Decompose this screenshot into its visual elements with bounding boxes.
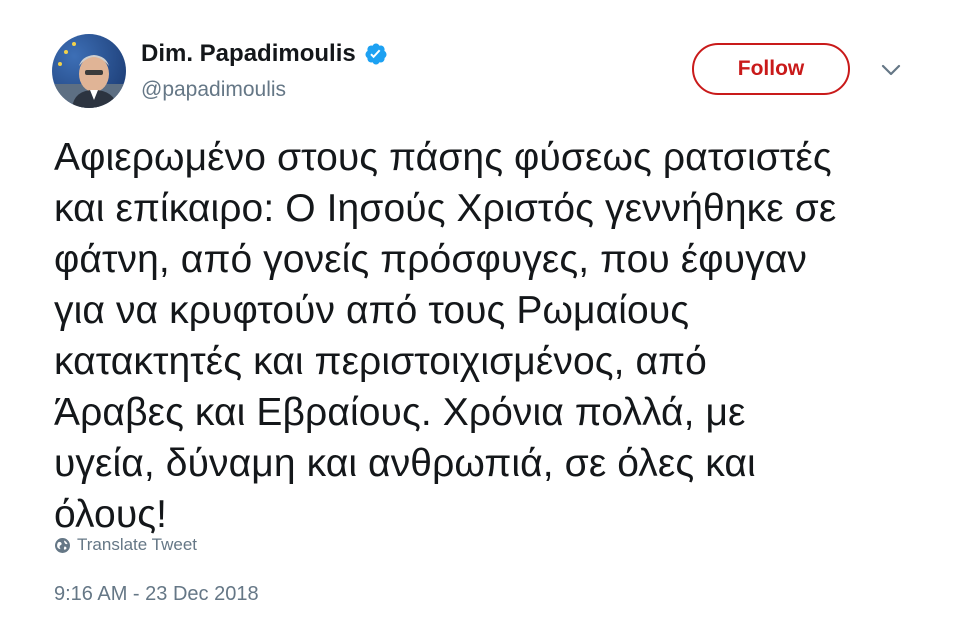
translate-tweet-label[interactable]: Translate Tweet <box>77 534 197 556</box>
avatar[interactable] <box>52 34 126 108</box>
chevron-down-icon[interactable] <box>880 62 902 78</box>
globe-icon <box>54 537 71 554</box>
translate-tweet-link[interactable]: Translate Tweet <box>54 534 197 556</box>
tweet-timestamp[interactable]: 9:16 AM - 23 Dec 2018 <box>54 582 259 606</box>
tweet-card: Dim. Papadimoulis @papadimoulis Follow Α… <box>0 0 960 625</box>
avatar-image <box>52 34 126 108</box>
author-name-row[interactable]: Dim. Papadimoulis <box>141 40 388 68</box>
follow-button[interactable]: Follow <box>692 43 850 95</box>
verified-badge-icon <box>364 42 388 66</box>
author-handle[interactable]: @papadimoulis <box>141 78 286 102</box>
author-display-name[interactable]: Dim. Papadimoulis <box>141 40 356 68</box>
tweet-text: Αφιερωμένο στους πάσης φύσεως ρατσιστές … <box>54 136 837 536</box>
